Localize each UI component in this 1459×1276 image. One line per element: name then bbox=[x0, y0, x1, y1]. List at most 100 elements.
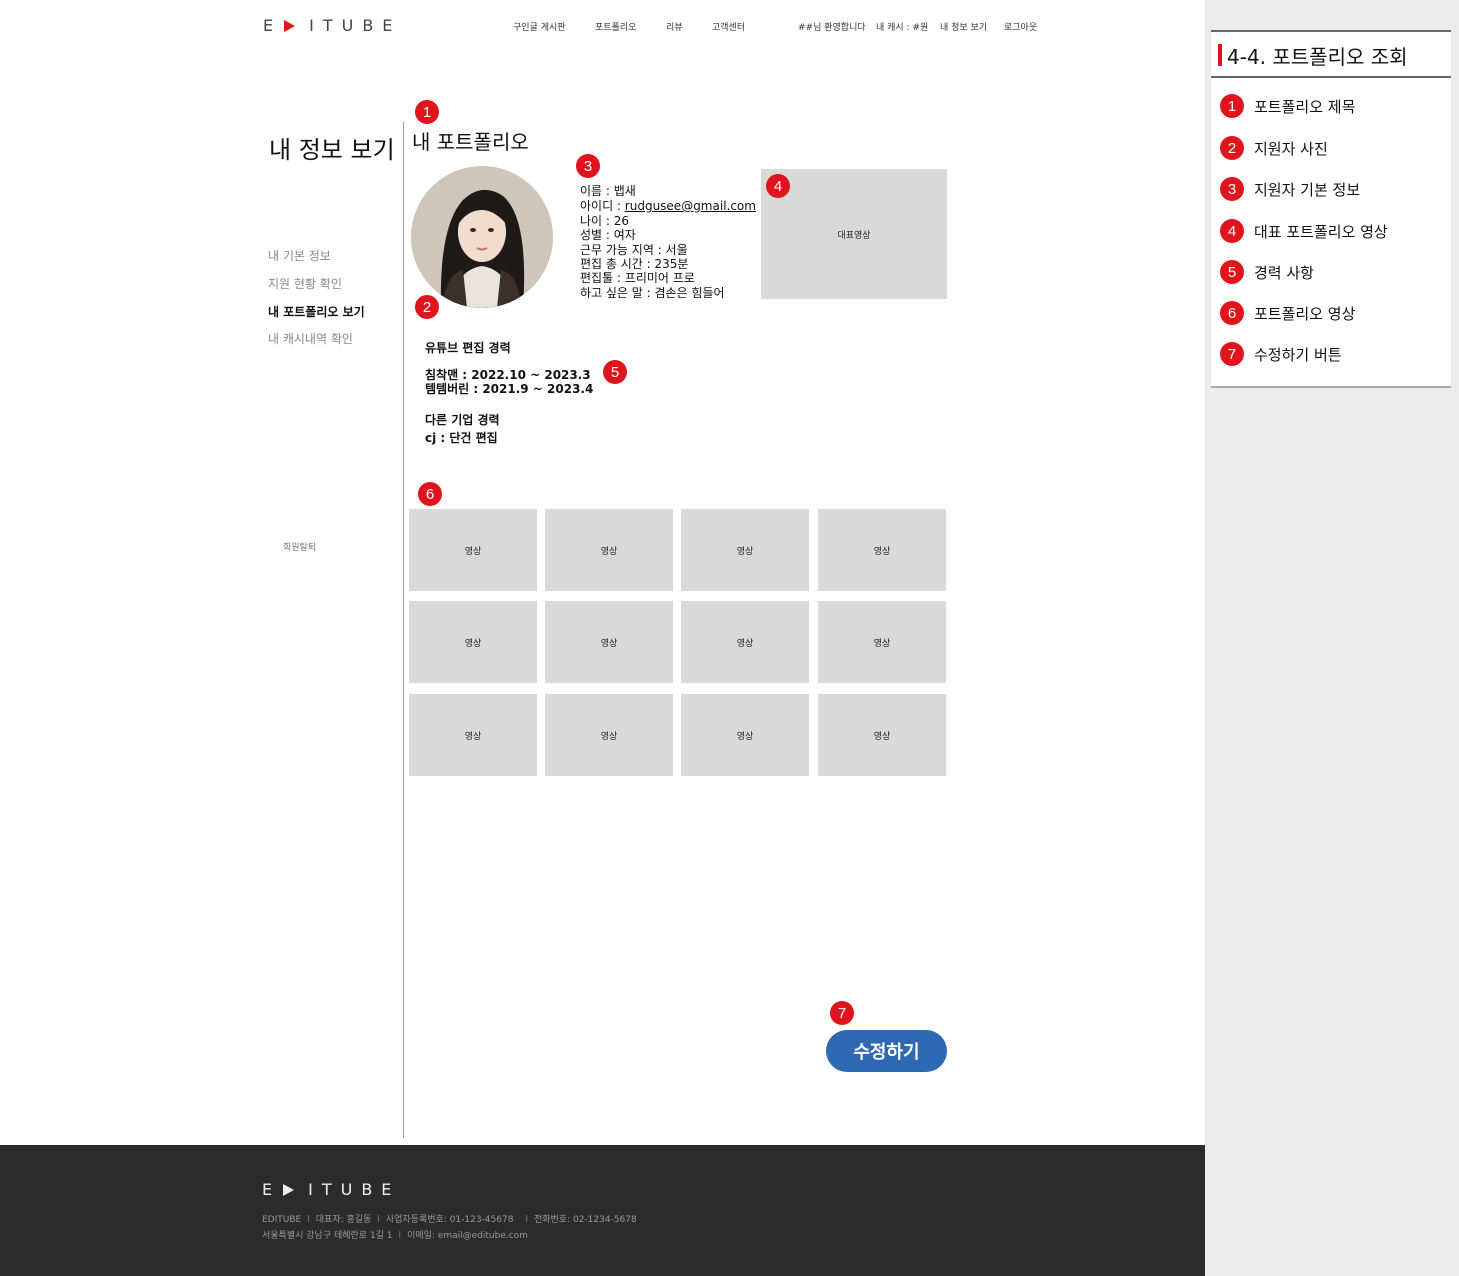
legend-item: 5 경력 사항 bbox=[1220, 260, 1314, 284]
footer-separator: l bbox=[307, 1215, 310, 1225]
legend-label: 경력 사항 bbox=[1254, 263, 1314, 282]
career-other-title: 다른 기업 경력 bbox=[425, 413, 500, 427]
portfolio-video[interactable]: 영상 bbox=[681, 509, 809, 591]
marker-5: 5 bbox=[603, 360, 627, 384]
career-youtube-2: 템템버린 : 2021.9 ~ 2023.4 bbox=[425, 382, 594, 396]
footer-ceo: 대표자: 홍길동 bbox=[315, 1215, 372, 1225]
portfolio-video[interactable]: 영상 bbox=[409, 601, 537, 683]
info-id-value[interactable]: rudgusee@gmail.com bbox=[625, 199, 756, 213]
legend-item: 4 대표 포트폴리오 영상 bbox=[1220, 219, 1388, 243]
annotation-box bbox=[1211, 30, 1451, 388]
footer-logo[interactable]: E ITUBE bbox=[262, 1180, 400, 1199]
annotation-title: 4-4. 포트폴리오 조회 bbox=[1227, 45, 1408, 69]
sidebar-item-application-status[interactable]: 지원 현황 확인 bbox=[268, 275, 342, 292]
edit-button[interactable]: 수정하기 bbox=[826, 1030, 947, 1072]
legend-number: 5 bbox=[1220, 260, 1244, 284]
video-label: 영상 bbox=[736, 731, 754, 742]
legend-item: 7 수정하기 버튼 bbox=[1220, 342, 1342, 366]
video-label: 영상 bbox=[600, 731, 618, 742]
video-label: 영상 bbox=[600, 638, 618, 649]
footer-logo-letter: E bbox=[262, 1180, 282, 1199]
sidebar-divider bbox=[403, 122, 404, 1138]
welcome-text: ##님 환영합니다 bbox=[798, 23, 866, 33]
video-label: 영상 bbox=[873, 731, 891, 742]
legend-item: 3 지원자 기본 정보 bbox=[1220, 177, 1360, 201]
footer-biz-no: 사업자등록번호: 01-123-45678 bbox=[385, 1215, 514, 1225]
footer-separator: l bbox=[525, 1215, 528, 1225]
footer-company-info: EDITUBE l 대표자: 홍길동 l 사업자등록번호: 01-123-45678 l 전… bbox=[262, 1212, 637, 1225]
footer-separator: l bbox=[398, 1231, 402, 1241]
logo-text: ITUBE bbox=[309, 16, 402, 35]
info-id-label: 아이디 : bbox=[580, 199, 625, 213]
portfolio-video[interactable]: 영상 bbox=[545, 601, 673, 683]
nav-cash[interactable]: 내 캐시 : #원 bbox=[876, 20, 928, 33]
footer-address: 서울특별시 강남구 테헤란로 1길 1 bbox=[262, 1231, 393, 1241]
header-accent-bar bbox=[1218, 44, 1222, 66]
nav-my-info[interactable]: 내 정보 보기 bbox=[940, 20, 987, 33]
legend-item: 1 포트폴리오 제목 bbox=[1220, 94, 1355, 118]
portfolio-video[interactable]: 영상 bbox=[818, 509, 946, 591]
play-icon bbox=[284, 19, 296, 32]
footer-email: 이메일: email@editube.com bbox=[407, 1231, 528, 1241]
nav-logout[interactable]: 로그아웃 bbox=[1004, 20, 1037, 33]
legend-number: 4 bbox=[1220, 219, 1244, 243]
legend-number: 3 bbox=[1220, 177, 1244, 201]
portfolio-video[interactable]: 영상 bbox=[409, 694, 537, 776]
legend-label: 대표 포트폴리오 영상 bbox=[1254, 222, 1388, 241]
site-logo[interactable]: E ITUBE bbox=[263, 16, 401, 35]
marker-7: 7 bbox=[830, 1001, 854, 1025]
portfolio-video[interactable]: 영상 bbox=[681, 694, 809, 776]
career-other-1: cj : 단건 편집 bbox=[425, 431, 498, 445]
sidebar-title: 내 정보 보기 bbox=[269, 136, 395, 164]
legend-label: 수정하기 버튼 bbox=[1254, 345, 1342, 364]
video-label: 영상 bbox=[736, 546, 754, 557]
nav-job-board[interactable]: 구인글 게시판 bbox=[513, 20, 566, 33]
marker-1: 1 bbox=[415, 100, 439, 124]
legend-number: 6 bbox=[1220, 301, 1244, 325]
applicant-photo-image bbox=[411, 166, 553, 308]
legend-label: 포트폴리오 영상 bbox=[1254, 304, 1356, 323]
video-label: 영상 bbox=[873, 638, 891, 649]
legend-number: 1 bbox=[1220, 94, 1244, 118]
footer-address-info: 서울특별시 강남구 테헤란로 1길 1 l 이메일: email@editube.c… bbox=[262, 1228, 528, 1241]
legend-number: 2 bbox=[1220, 136, 1244, 160]
sidebar-item-my-portfolio[interactable]: 내 포트폴리오 보기 bbox=[268, 303, 365, 320]
marker-2: 2 bbox=[415, 295, 439, 319]
footer-logo-text: ITUBE bbox=[308, 1180, 401, 1199]
video-label: 영상 bbox=[464, 546, 482, 557]
video-label: 영상 bbox=[464, 638, 482, 649]
nav-customer-center[interactable]: 고객센터 bbox=[712, 20, 745, 33]
video-label: 영상 bbox=[736, 638, 754, 649]
portfolio-video[interactable]: 영상 bbox=[409, 509, 537, 591]
representative-video-label: 대표영상 bbox=[837, 230, 871, 241]
video-label: 영상 bbox=[600, 546, 618, 557]
footer-separator: l bbox=[377, 1215, 380, 1225]
portfolio-video[interactable]: 영상 bbox=[818, 601, 946, 683]
legend-item: 6 포트폴리오 영상 bbox=[1220, 301, 1355, 325]
nav-review[interactable]: 리뷰 bbox=[666, 20, 683, 33]
nav-portfolio[interactable]: 포트폴리오 bbox=[595, 20, 636, 33]
portfolio-video[interactable]: 영상 bbox=[818, 694, 946, 776]
applicant-photo bbox=[411, 166, 553, 308]
withdraw-link[interactable]: 회원탈퇴 bbox=[283, 540, 316, 553]
legend-number: 7 bbox=[1220, 342, 1244, 366]
footer-tel: 전화번호: 02-1234-5678 bbox=[533, 1215, 637, 1225]
info-message: 하고 싶은 말 : 겸손은 힘들어 bbox=[580, 286, 725, 300]
portfolio-video[interactable]: 영상 bbox=[681, 601, 809, 683]
portfolio-video[interactable]: 영상 bbox=[545, 509, 673, 591]
play-icon bbox=[283, 1183, 295, 1196]
video-label: 영상 bbox=[464, 731, 482, 742]
sidebar-item-cash-history[interactable]: 내 캐시내역 확인 bbox=[268, 330, 353, 347]
legend-label: 지원자 사진 bbox=[1254, 139, 1328, 158]
portfolio-title: 내 포트폴리오 bbox=[412, 130, 529, 154]
portfolio-video[interactable]: 영상 bbox=[545, 694, 673, 776]
sidebar-item-basic-info[interactable]: 내 기본 정보 bbox=[268, 247, 331, 264]
annotation-header: 4-4. 포트폴리오 조회 bbox=[1211, 32, 1451, 78]
logo-letter: E bbox=[263, 16, 283, 35]
footer-company: EDITUBE bbox=[262, 1215, 302, 1225]
marker-3: 3 bbox=[576, 154, 600, 178]
footer: E ITUBE EDITUBE l 대표자: 홍길동 l 사업자등록번호: 01-123… bbox=[0, 1145, 1205, 1276]
video-label: 영상 bbox=[873, 546, 891, 557]
legend-label: 지원자 기본 정보 bbox=[1254, 180, 1361, 199]
career-youtube-title: 유튜브 편집 경력 bbox=[425, 341, 511, 355]
